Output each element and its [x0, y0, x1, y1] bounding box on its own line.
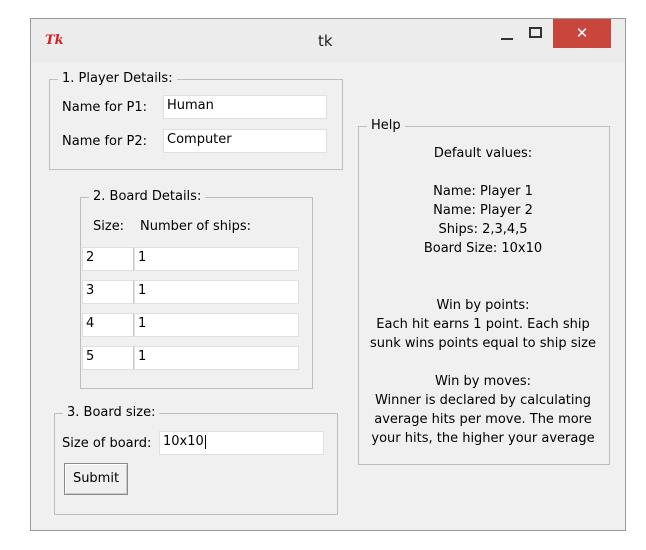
help-legend: Help	[367, 118, 405, 134]
board-details-group: 2. Board Details: Size: Number of ships:…	[80, 189, 313, 389]
board-size-label: Size of board:	[62, 436, 152, 451]
board-size-input[interactable]: 10x10	[159, 431, 324, 455]
board-size-legend: 3. Board size:	[63, 405, 160, 421]
maximize-icon	[529, 27, 542, 38]
help-lines: Default values: Name: Player 1 Name: Playe…	[359, 144, 607, 448]
size-column-header: Size:	[93, 219, 125, 234]
ship-count-input[interactable]: 1	[134, 313, 299, 337]
p1-name-input[interactable]: Human	[163, 95, 327, 119]
board-size-group: 3. Board size: Size of board: 10x10 Subm…	[54, 405, 338, 515]
p2-name-input[interactable]: Computer	[163, 129, 327, 153]
help-group: Help Default values: Name: Player 1 Name: …	[358, 118, 610, 465]
ships-column-header: Number of ships:	[140, 219, 252, 234]
title-bar[interactable]: Tk tk ✕	[31, 19, 625, 63]
help-line	[359, 163, 607, 182]
board-size-value: 10x10	[163, 434, 204, 449]
ship-count-input[interactable]: 1	[134, 346, 299, 370]
ship-size-input[interactable]: 5	[82, 346, 134, 370]
window-title: tk	[318, 32, 333, 50]
help-line	[359, 277, 607, 296]
tk-logo-icon: Tk	[45, 33, 64, 48]
help-line: Each hit earns 1 point. Each ship	[376, 317, 590, 332]
help-line: Win by points:	[436, 298, 530, 313]
ship-size-input[interactable]: 2	[82, 247, 134, 271]
ship-count-input[interactable]: 1	[134, 280, 299, 304]
help-line: Name: Player 2	[433, 203, 533, 218]
minimize-button[interactable]	[491, 19, 523, 49]
ship-count-input[interactable]: 1	[134, 247, 299, 271]
maximize-button[interactable]	[521, 19, 553, 49]
help-line	[359, 258, 607, 277]
board-details-legend: 2. Board Details:	[89, 189, 206, 205]
help-line: Winner is declared by calculating	[374, 393, 592, 408]
ship-size-input[interactable]: 4	[82, 313, 134, 337]
help-line: your hits, the higher your average	[371, 431, 595, 446]
help-line: Win by moves:	[434, 374, 532, 389]
minimize-icon	[501, 38, 513, 40]
player-details-group: 1. Player Details: Name for P1: Human Na…	[49, 71, 343, 170]
help-line	[359, 353, 607, 372]
help-line: Ships: 2,3,4,5	[438, 222, 528, 237]
close-icon: ✕	[575, 24, 589, 42]
help-line: Name: Player 1	[433, 184, 533, 199]
p2-name-label: Name for P2:	[62, 134, 147, 149]
help-text-block: Default values: Name: Player 1 Name: Playe…	[359, 144, 607, 448]
help-line: average hits per move. The more	[374, 412, 592, 427]
close-button[interactable]: ✕	[553, 19, 611, 48]
player-details-legend: 1. Player Details:	[58, 71, 177, 87]
text-cursor	[204, 434, 206, 449]
help-line: Board Size: 10x10	[423, 241, 543, 256]
ship-size-input[interactable]: 3	[82, 280, 134, 304]
help-line: Default values:	[433, 146, 533, 161]
help-line: sunk wins points equal to ship size	[370, 336, 596, 351]
submit-button[interactable]: Submit	[64, 463, 128, 495]
app-window: Tk tk ✕ 1. Player Details: Name for P1: …	[30, 18, 626, 531]
p1-name-label: Name for P1:	[62, 100, 147, 115]
